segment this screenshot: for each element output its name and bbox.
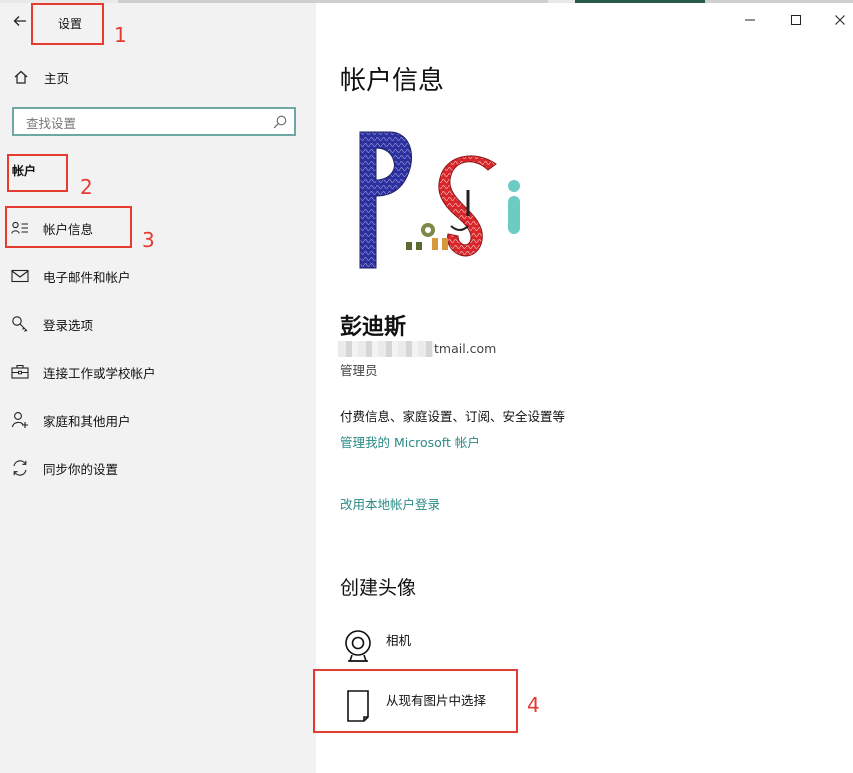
sidebar-item-label: 连接工作或学校帐户 [43,365,156,381]
annotation-box-3 [5,206,132,248]
home-icon [12,68,30,86]
annotation-number-3: 3 [142,228,155,252]
sidebar-item-label: 同步你的设置 [43,461,119,477]
profile-picture [346,118,536,298]
user-email: tmail.com [434,341,497,356]
annotation-box-2 [7,154,68,192]
sidebar-item-sync-settings[interactable]: 同步你的设置 [10,456,118,480]
annotation-number-2: 2 [80,175,93,199]
annotation-box-1 [31,3,104,45]
sidebar-item-label: 电子邮件和帐户 [43,269,131,285]
close-button[interactable] [828,8,852,32]
annotation-number-4: 4 [527,693,540,717]
back-arrow-icon [13,16,26,26]
manage-microsoft-account-link[interactable]: 管理我的 Microsoft 帐户 [340,432,480,451]
sidebar-item-label: 主页 [44,70,70,86]
person-add-icon [10,410,30,430]
maximize-button[interactable] [784,8,808,32]
sidebar-item-label: 家庭和其他用户 [43,413,131,429]
sidebar-item-email-accounts[interactable]: 电子邮件和帐户 [10,264,131,288]
sync-icon [10,458,30,478]
briefcase-icon [10,362,30,382]
search-input[interactable] [24,113,268,133]
email-redaction [338,341,434,357]
search-box[interactable] [12,107,296,136]
sidebar-item-label: 登录选项 [43,317,94,333]
camera-icon [340,628,376,664]
option-label: 相机 [386,633,412,648]
sidebar-item-home[interactable]: 主页 [12,66,69,88]
annotation-number-1: 1 [114,23,127,47]
sidebar-item-work-school[interactable]: 连接工作或学校帐户 [10,360,156,384]
create-avatar-heading: 创建头像 [340,577,417,599]
minimize-button[interactable] [738,8,762,32]
back-button[interactable] [8,11,32,35]
user-name: 彭迪斯 [340,315,407,340]
sidebar-item-sign-in-options[interactable]: 登录选项 [10,312,93,336]
page-title: 帐户信息 [340,66,445,96]
maximize-icon [791,15,801,25]
minimize-icon [745,19,755,21]
camera-option[interactable]: 相机 [340,628,411,664]
annotation-box-4 [313,669,518,733]
billing-info-text: 付费信息、家庭设置、订阅、安全设置等 [340,409,566,424]
user-role: 管理员 [340,363,378,378]
close-icon [835,15,845,25]
sidebar-item-family-users[interactable]: 家庭和其他用户 [10,408,131,432]
local-account-login-link[interactable]: 改用本地帐户登录 [340,494,440,513]
mail-icon [10,266,30,286]
search-icon[interactable] [272,114,288,130]
key-icon [10,314,30,334]
